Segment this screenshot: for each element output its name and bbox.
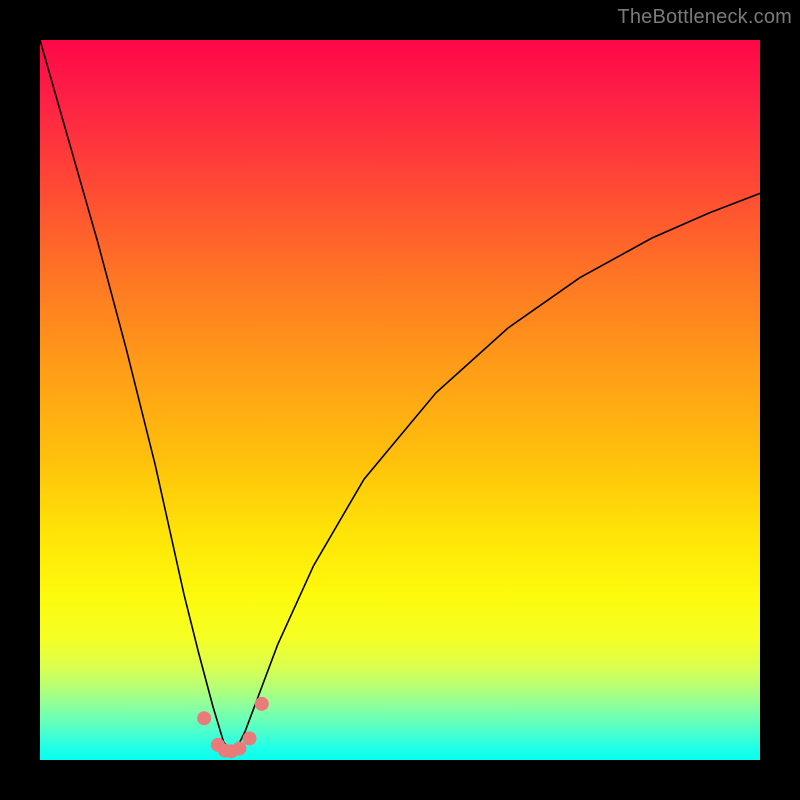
- plot-area: [40, 40, 760, 760]
- highlight-marker: [243, 731, 257, 745]
- highlight-marker: [255, 697, 269, 711]
- watermark-text: TheBottleneck.com: [617, 6, 792, 29]
- chart-frame: TheBottleneck.com: [0, 0, 800, 800]
- bottleneck-curve: [40, 40, 760, 751]
- marker-group: [197, 697, 269, 759]
- highlight-marker: [232, 741, 246, 755]
- highlight-marker: [197, 711, 211, 725]
- curve-svg: [40, 40, 760, 760]
